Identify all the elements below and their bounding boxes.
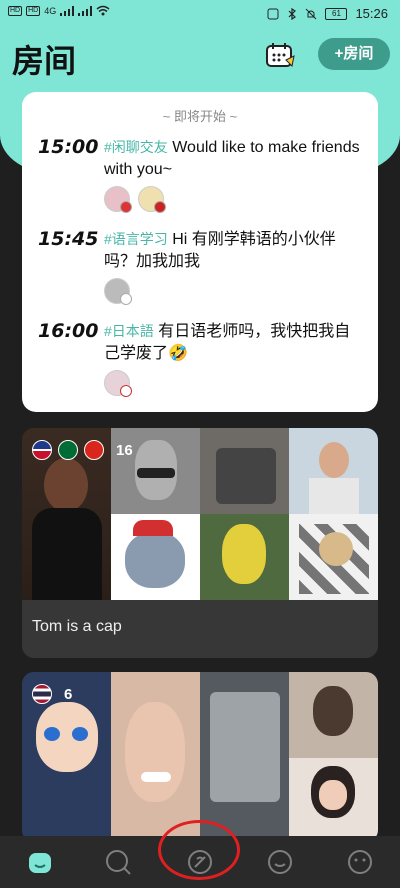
room-card[interactable]: 16 Tom is a cap [22,428,378,658]
avatar[interactable] [104,186,132,213]
avatar[interactable] [104,370,132,397]
annotation-highlight-circle [158,820,240,880]
nav-chat[interactable] [266,848,294,876]
participant-video [200,428,289,514]
bluetooth-icon [289,7,297,20]
avatar[interactable] [104,278,132,305]
event-tag[interactable]: #语言学习 [104,231,168,247]
participant-video [289,428,378,514]
event-time: 15:00 [38,136,99,158]
mute-icon [306,8,317,19]
participant-grid [22,672,378,842]
network-label: 4G [44,5,57,16]
flag-sa-icon [58,440,78,460]
nav-search[interactable] [104,848,132,876]
upcoming-header: ~ 即将开始 ~ [162,109,238,124]
flag-us-icon [32,440,52,460]
status-time: 15:26 [355,6,388,21]
event-time: 15:45 [38,228,99,250]
participant-count: 6 [64,685,73,703]
event-time: 16:00 [38,320,99,342]
participant-video [289,672,378,758]
add-room-button[interactable]: +房间 [318,38,390,70]
event-tag[interactable]: #日本語 [104,323,154,339]
avatar[interactable] [138,186,166,213]
profile-icon [348,850,372,874]
chat-icon [268,850,292,874]
flag-vn-icon [84,440,104,460]
calendar-icon [266,43,295,68]
home-icon [29,853,51,873]
participant-video [111,672,200,842]
room-caption: Tom is a cap [32,618,122,635]
room-flags: 16 [32,440,133,460]
upcoming-rooms-card[interactable]: ~ 即将开始 ~ 15:00 #闲聊交友 Would like to make … [22,92,378,412]
room-flags: 6 [32,684,72,704]
room-card[interactable]: 6 [22,672,378,842]
search-icon [106,850,131,875]
signal-icon [60,5,75,16]
participant-video [289,758,378,842]
calendar-button[interactable] [266,42,296,70]
hd-badge: HD [26,5,41,16]
signal-icon [78,5,93,16]
participant-video [289,514,378,600]
participant-video [200,514,289,600]
status-bar: HD HD 4G 61 15:26 [0,0,400,28]
battery-indicator: 61 [325,7,348,20]
nav-home[interactable] [26,848,54,876]
page-title: 房间 [12,42,77,80]
participant-video [200,672,289,842]
participant-count: 16 [116,441,133,459]
nav-profile[interactable] [346,848,374,876]
wifi-icon [96,5,110,16]
hd-badge: HD [8,5,23,16]
nfc-icon [267,8,279,19]
event-tag[interactable]: #闲聊交友 [104,139,168,155]
flag-th-icon [32,684,52,704]
participant-video [111,514,200,600]
